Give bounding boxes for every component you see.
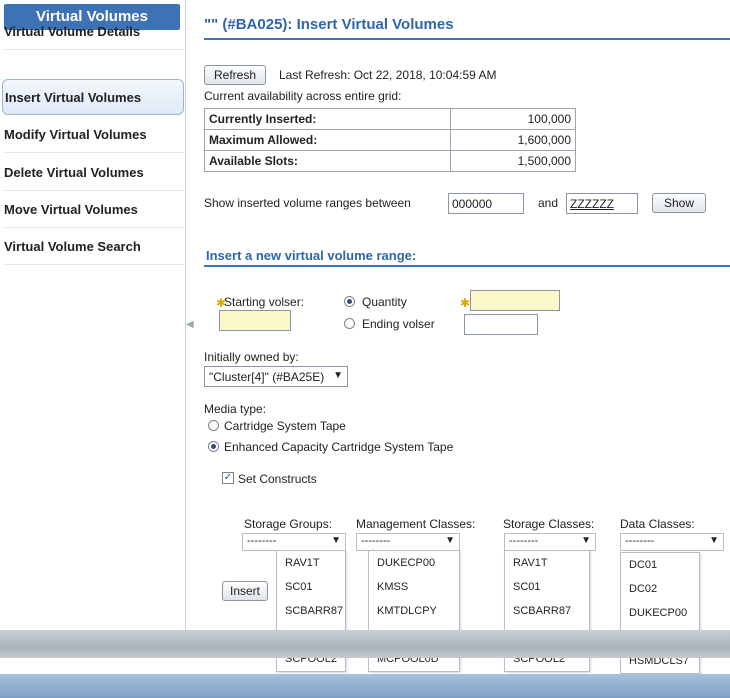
chevron-down-icon: ▼ xyxy=(709,535,719,546)
title-divider xyxy=(204,38,730,40)
storage-groups-select[interactable]: -------- ▼ xyxy=(242,533,346,551)
owned-by-label: Initially owned by: xyxy=(204,350,299,364)
starting-volser-input[interactable] xyxy=(219,310,291,331)
insert-section-title: Insert a new virtual volume range: xyxy=(206,248,417,263)
splitter-handle-icon[interactable]: ◀ xyxy=(186,318,194,332)
refresh-button[interactable]: Refresh xyxy=(204,65,266,85)
management-classes-select[interactable]: -------- ▼ xyxy=(356,533,460,551)
table-row: Available Slots: 1,500,000 xyxy=(204,150,576,172)
list-item[interactable]: SC01 xyxy=(505,575,589,599)
list-item[interactable]: RAV1T xyxy=(505,551,589,575)
list-item[interactable]: DUKECP00 xyxy=(369,551,459,575)
range-and-text: and xyxy=(538,196,559,210)
last-refresh-text: Last Refresh: Oct 22, 2018, 10:04:59 AM xyxy=(279,68,497,82)
set-constructs-label: Set Constructs xyxy=(238,472,317,486)
availability-label: Available Slots: xyxy=(204,150,451,172)
page-title: "" (#BA025): Insert Virtual Volumes xyxy=(204,16,454,33)
list-item[interactable]: SCBARR87 xyxy=(277,599,345,623)
sidebar-item-label: Virtual Volume Search xyxy=(4,239,141,254)
quantity-input[interactable] xyxy=(470,290,560,311)
sidebar-item-label: Insert Virtual Volumes xyxy=(5,90,142,105)
storage-classes-select[interactable]: -------- ▼ xyxy=(504,533,596,551)
list-item[interactable]: DC01 xyxy=(621,553,699,577)
table-row: Currently Inserted: 100,000 xyxy=(204,108,576,130)
select-value: -------- xyxy=(247,535,277,547)
range-text: Show inserted volume ranges between xyxy=(204,196,411,210)
ending-volser-radio[interactable] xyxy=(344,318,355,329)
starting-volser-label: Starting volser: xyxy=(224,295,305,309)
select-value: -------- xyxy=(625,535,655,547)
main-panel: "" (#BA025): Insert Virtual Volumes Refr… xyxy=(194,0,730,674)
chevron-down-icon: ▼ xyxy=(333,370,343,381)
range-from-input[interactable]: 000000 xyxy=(448,193,524,214)
sidebar-item-modify-virtual-volumes[interactable]: Modify Virtual Volumes xyxy=(4,117,184,153)
sidebar: Virtual Volumes Virtual Volume Details I… xyxy=(0,0,186,630)
availability-value: 1,500,000 xyxy=(450,150,576,172)
list-item[interactable]: SCBARR87 xyxy=(505,599,589,623)
list-item[interactable]: RAV1T xyxy=(277,551,345,575)
list-item[interactable]: KMTDLCPY xyxy=(369,599,459,623)
availability-table: Currently Inserted: 100,000 Maximum Allo… xyxy=(204,108,576,172)
media-ecst-radio[interactable] xyxy=(208,441,219,452)
sidebar-item-virtual-volume-details[interactable]: Virtual Volume Details xyxy=(4,14,184,50)
list-item[interactable]: DC02 xyxy=(621,577,699,601)
storage-classes-label: Storage Classes: xyxy=(503,517,595,531)
required-star-icon: ✱ xyxy=(460,296,471,310)
select-value: -------- xyxy=(361,535,391,547)
sidebar-item-insert-virtual-volumes[interactable]: Insert Virtual Volumes xyxy=(2,79,184,115)
availability-value: 100,000 xyxy=(450,108,576,130)
owned-by-value: "Cluster[4]" (#BA25E) xyxy=(209,370,325,384)
sidebar-item-label: Virtual Volume Details xyxy=(4,24,141,39)
sidebar-item-label: Delete Virtual Volumes xyxy=(4,165,144,180)
section-divider xyxy=(204,265,730,267)
media-cst-radio[interactable] xyxy=(208,420,219,431)
show-button[interactable]: Show xyxy=(652,193,706,213)
list-item[interactable]: DUKECP00 xyxy=(621,601,699,625)
owned-by-select[interactable]: "Cluster[4]" (#BA25E) ▼ xyxy=(204,366,348,387)
availability-value: 1,600,000 xyxy=(450,129,576,151)
quantity-label: Quantity xyxy=(362,295,407,309)
quantity-radio[interactable] xyxy=(344,296,355,307)
select-value: -------- xyxy=(509,535,539,547)
availability-caption: Current availability across entire grid: xyxy=(204,89,402,103)
data-classes-select[interactable]: -------- ▼ xyxy=(620,533,724,551)
data-classes-label: Data Classes: xyxy=(620,517,695,531)
sidebar-item-label: Move Virtual Volumes xyxy=(4,202,138,217)
availability-label: Maximum Allowed: xyxy=(204,129,451,151)
chevron-down-icon: ▼ xyxy=(581,535,591,546)
table-row: Maximum Allowed: 1,600,000 xyxy=(204,129,576,151)
chevron-down-icon: ▼ xyxy=(331,535,341,546)
sidebar-item-virtual-volume-search[interactable]: Virtual Volume Search xyxy=(4,229,184,265)
footer-bar xyxy=(0,674,730,698)
ending-volser-input[interactable] xyxy=(464,314,538,335)
list-item[interactable]: KMSS xyxy=(369,575,459,599)
list-item[interactable]: SC01 xyxy=(277,575,345,599)
availability-label: Currently Inserted: xyxy=(204,108,451,130)
media-type-label: Media type: xyxy=(204,402,267,416)
sidebar-item-delete-virtual-volumes[interactable]: Delete Virtual Volumes xyxy=(4,155,184,191)
sidebar-item-label: Modify Virtual Volumes xyxy=(4,127,147,142)
chevron-down-icon: ▼ xyxy=(445,535,455,546)
media-option-label: Enhanced Capacity Cartridge System Tape xyxy=(224,440,454,454)
insert-button[interactable]: Insert xyxy=(222,581,268,601)
range-to-input[interactable]: ZZZZZZ xyxy=(566,193,638,214)
management-classes-label: Management Classes: xyxy=(356,517,476,531)
set-constructs-checkbox[interactable]: ✓ xyxy=(222,472,234,484)
ending-volser-label: Ending volser xyxy=(362,317,435,331)
sidebar-item-move-virtual-volumes[interactable]: Move Virtual Volumes xyxy=(4,192,184,228)
bottom-toolbar xyxy=(0,630,730,658)
storage-groups-label: Storage Groups: xyxy=(244,517,333,531)
media-option-label: Cartridge System Tape xyxy=(224,419,346,433)
